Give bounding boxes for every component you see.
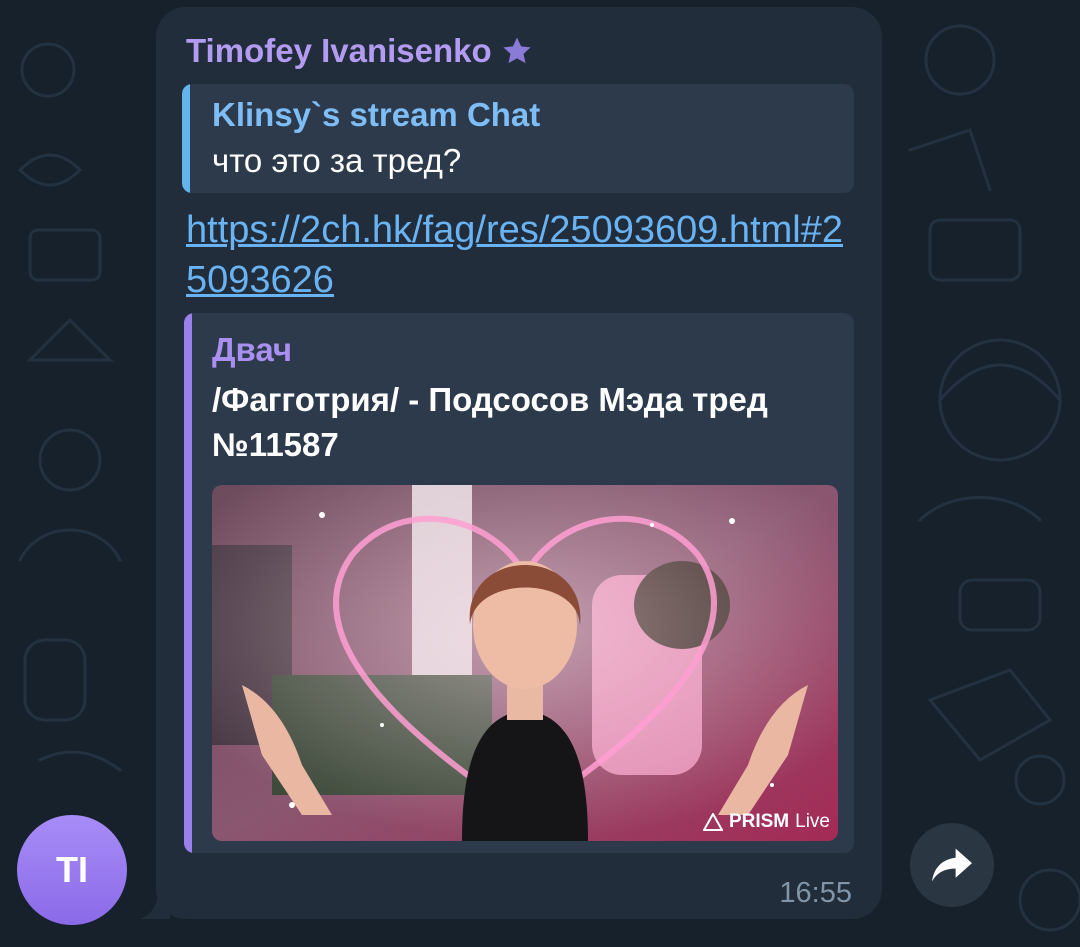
sender-name[interactable]: Timofey Ivanisenko <box>186 32 492 70</box>
watermark-suffix: Live <box>795 811 830 832</box>
message-time: 16:55 <box>779 877 852 909</box>
watermark-brand: PRISM <box>728 811 790 832</box>
reply-quote[interactable]: Klinsy`s stream Chat что это за тред? <box>182 84 854 193</box>
premium-star-icon[interactable] <box>500 34 534 68</box>
message-link[interactable]: https://2ch.hk/fag/res/25093609.html#250… <box>186 205 846 305</box>
link-preview[interactable]: Двач /Фагготрия/ - Подсосов Мэда тред №1… <box>184 313 854 853</box>
reply-title: Klinsy`s stream Chat <box>212 96 541 133</box>
reply-accent-bar <box>182 84 190 193</box>
forward-button[interactable] <box>910 823 994 907</box>
sender-header[interactable]: Timofey Ivanisenko <box>186 29 534 73</box>
preview-title: /Фагготрия/ - Подсосов Мэда тред №11587 <box>212 381 768 463</box>
preview-photo <box>212 485 838 841</box>
message-bubble[interactable]: Timofey Ivanisenko Klinsy`s stream Chat … <box>156 7 882 919</box>
preview-watermark: PRISM Live <box>702 811 830 833</box>
preview-image[interactable]: PRISM Live <box>212 485 838 841</box>
preview-accent-bar <box>184 313 192 853</box>
forward-arrow-icon <box>932 848 972 882</box>
avatar-initials: TI <box>56 849 88 890</box>
reply-text: что это за тред? <box>212 142 462 179</box>
prism-logo-icon <box>702 813 723 831</box>
sender-avatar[interactable]: TI <box>17 815 127 925</box>
preview-site-name: Двач <box>212 331 293 368</box>
